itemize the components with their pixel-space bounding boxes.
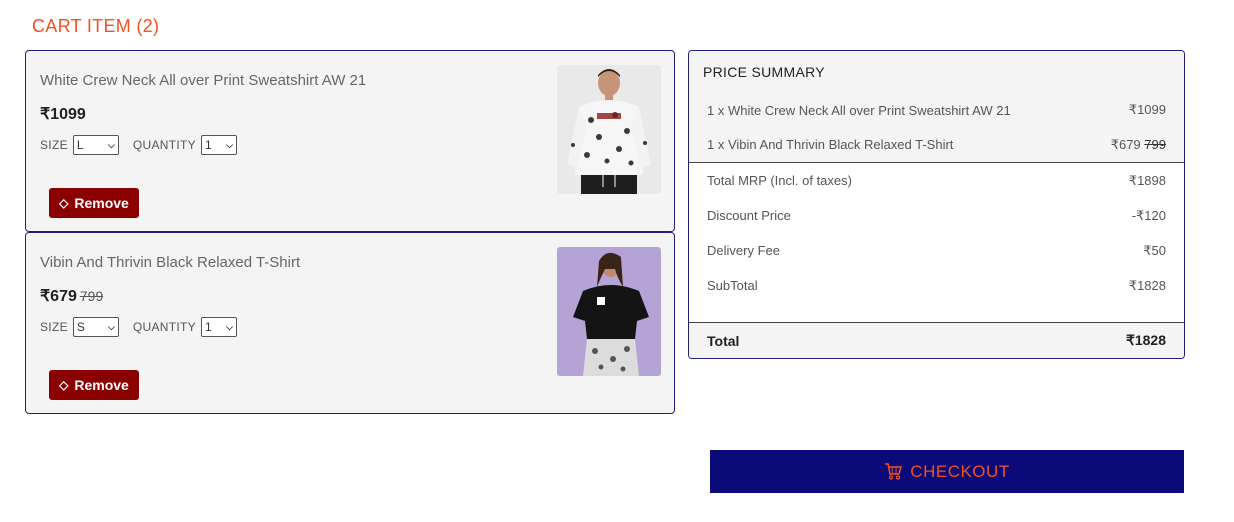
subtotal-label: SubTotal <box>707 278 758 293</box>
delivery-fee-label: Delivery Fee <box>707 243 780 258</box>
discount-value: -₹120 <box>1131 207 1166 223</box>
size-select[interactable]: L ⌵ <box>72 135 119 155</box>
summary-line: 1 x White Crew Neck All over Print Sweat… <box>689 93 1184 127</box>
quantity-value: 1 <box>204 138 212 152</box>
total-mrp-label: Total MRP (Incl. of taxes) <box>707 173 852 188</box>
item-name[interactable]: White Crew Neck All over Print Sweatshir… <box>40 72 366 89</box>
summary-totals: Total MRP (Incl. of taxes) ₹1898 Discoun… <box>689 163 1184 303</box>
chevron-down-icon: ⌵ <box>108 139 115 150</box>
chevron-down-icon: ⌵ <box>108 321 115 332</box>
product-image-sweatshirt[interactable] <box>557 65 661 194</box>
quantity-select[interactable]: 1 ⌵ <box>200 135 237 155</box>
total-mrp-value: ₹1898 <box>1128 172 1166 188</box>
summary-line-value: ₹1099 <box>1129 102 1166 118</box>
summary-item-lines: 1 x White Crew Neck All over Print Sweat… <box>689 93 1184 162</box>
discount-row: Discount Price -₹120 <box>689 198 1184 233</box>
summary-line-label: 1 x Vibin And Thrivin Black Relaxed T-Sh… <box>707 137 954 152</box>
summary-line-value: ₹679 799 <box>1111 137 1166 153</box>
checkout-label: CHECKOUT <box>910 461 1010 481</box>
chevron-down-icon: ⌵ <box>226 139 233 150</box>
item-current-price: ₹1099 <box>40 106 86 123</box>
size-label: SIZE <box>40 320 68 334</box>
total-value: ₹1828 <box>1125 332 1166 348</box>
cart-item: White Crew Neck All over Print Sweatshir… <box>25 50 675 232</box>
quantity-label: QUANTITY <box>132 320 196 334</box>
total-label: Total <box>707 332 740 349</box>
item-original-price: 799 <box>79 288 104 304</box>
item-controls: SIZE L ⌵ QUANTITY 1 ⌵ <box>40 135 237 155</box>
summary-line-price: ₹679 <box>1110 136 1141 152</box>
remove-label: Remove <box>74 377 129 393</box>
size-select[interactable]: S ⌵ <box>72 317 119 337</box>
item-current-price: ₹679 <box>40 288 77 305</box>
total-row: Total ₹1828 <box>689 322 1184 358</box>
delivery-fee-value: ₹50 <box>1143 242 1166 258</box>
item-controls: SIZE S ⌵ QUANTITY 1 ⌵ <box>40 317 237 337</box>
item-price: ₹1099 <box>40 104 86 124</box>
size-value: L <box>76 138 84 152</box>
cart-list: White Crew Neck All over Print Sweatshir… <box>25 50 675 414</box>
discount-label: Discount Price <box>707 208 791 223</box>
item-price: ₹679 799 <box>40 286 103 306</box>
checkout-button[interactable]: CHECKOUT <box>710 450 1184 493</box>
remove-button[interactable]: ◇ Remove <box>49 188 139 218</box>
price-summary: PRICE SUMMARY 1 x White Crew Neck All ov… <box>688 50 1185 359</box>
product-image-tshirt[interactable] <box>557 247 661 376</box>
price-summary-title: PRICE SUMMARY <box>689 51 1184 93</box>
cart-icon <box>884 463 903 480</box>
total-mrp-row: Total MRP (Incl. of taxes) ₹1898 <box>689 163 1184 198</box>
summary-line: 1 x Vibin And Thrivin Black Relaxed T-Sh… <box>689 127 1184 162</box>
cart-title: CART ITEM (2) <box>32 16 160 36</box>
item-name[interactable]: Vibin And Thrivin Black Relaxed T-Shirt <box>40 254 300 271</box>
quantity-select[interactable]: 1 ⌵ <box>200 317 237 337</box>
subtotal-row: SubTotal ₹1828 <box>689 268 1184 303</box>
summary-line-label: 1 x White Crew Neck All over Print Sweat… <box>707 102 1011 118</box>
subtotal-value: ₹1828 <box>1128 277 1166 293</box>
summary-line-original-price: 799 <box>1144 136 1166 152</box>
remove-button[interactable]: ◇ Remove <box>49 370 139 400</box>
remove-label: Remove <box>74 195 129 211</box>
size-label: SIZE <box>40 138 68 152</box>
chevron-down-icon: ⌵ <box>226 321 233 332</box>
quantity-label: QUANTITY <box>132 138 196 152</box>
size-value: S <box>76 320 85 334</box>
summary-line-price: ₹1099 <box>1128 102 1166 117</box>
eraser-icon: ◇ <box>59 196 69 210</box>
delivery-fee-row: Delivery Fee ₹50 <box>689 233 1184 268</box>
cart-item: Vibin And Thrivin Black Relaxed T-Shirt … <box>25 232 675 414</box>
quantity-value: 1 <box>204 320 212 334</box>
eraser-icon: ◇ <box>59 378 69 392</box>
